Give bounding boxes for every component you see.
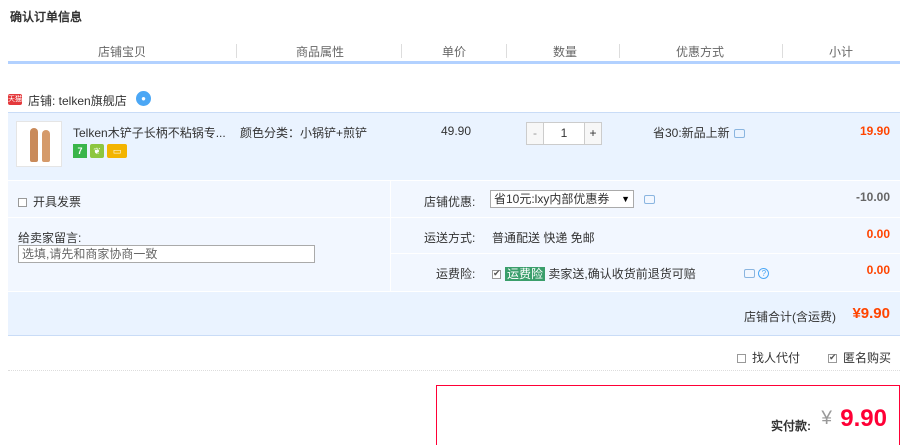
shipping-label: 运送方式: [424, 231, 476, 245]
col-quantity: 数量 [553, 45, 578, 59]
currency-symbol: ¥ [821, 408, 832, 429]
proxy-pay-option[interactable]: 找人代付 [737, 349, 800, 366]
col-separator [401, 44, 402, 58]
quantity-input[interactable]: 1 [544, 122, 584, 145]
promotion-text: 省30:新品上新 [653, 126, 730, 140]
product-thumbnail[interactable] [16, 121, 62, 167]
shipping-method: 普通配送 快递 免邮 [492, 231, 595, 245]
credit-card-icon: ▭ [107, 144, 127, 158]
col-separator [619, 44, 620, 58]
message-icon[interactable] [733, 129, 745, 139]
proxy-pay-label: 找人代付 [752, 351, 801, 365]
unit-price: 49.90 [441, 124, 472, 138]
invoice-checkbox[interactable] [18, 198, 27, 208]
chat-icon[interactable]: ● [136, 91, 151, 106]
shop-discount-value: 省10元:lxy内部优惠券 [494, 192, 610, 206]
insurance-desc: 卖家送,确认收货前退货可赔 [548, 267, 696, 281]
increase-quantity-button[interactable]: + [584, 122, 602, 145]
col-subtotal: 小计 [829, 45, 854, 59]
cart-item-row: Telken木铲子长柄不粘锅专... 7 ❦ ▭ 颜色分类：小锅铲+煎铲 49.90… [8, 112, 900, 180]
seven-day-return-icon: 7 [73, 144, 87, 158]
promotion-info: 省30:新品上新 [653, 124, 745, 141]
payment-total: 9.90 [840, 405, 887, 432]
insurance-info: 运费险 卖家送,确认收货前退货可赔 [492, 265, 696, 282]
insurance-icons: ? [744, 266, 770, 280]
col-attribute: 商品属性 [296, 45, 345, 59]
help-icon[interactable]: ? [758, 268, 770, 280]
col-separator [782, 44, 783, 58]
product-title[interactable]: Telken木铲子长柄不粘锅专... [73, 124, 226, 141]
decrease-quantity-button[interactable]: - [526, 122, 544, 145]
insurance-tag: 运费险 [505, 267, 546, 281]
col-separator [236, 44, 237, 58]
shop-name[interactable]: 店铺: telken旗舰店 [28, 92, 127, 109]
proxy-pay-checkbox[interactable] [737, 354, 746, 364]
item-subtotal: 19.90 [859, 124, 890, 138]
shop-row: 天猫 店铺: telken旗舰店 ● [8, 90, 900, 110]
col-promotion: 优惠方式 [676, 45, 725, 59]
leaf-icon: ❦ [90, 144, 104, 158]
order-options: 开具发票 给卖家留言: 选填,请先和商家协商一致 店铺优惠: 省10元:lxy内… [8, 181, 900, 291]
col-price: 单价 [442, 45, 467, 59]
invoice-label: 开具发票 [33, 195, 82, 209]
shipping-amount: 0.00 [866, 227, 890, 241]
col-shop-item: 店铺宝贝 [98, 45, 147, 59]
tmall-icon: 天猫 [8, 94, 22, 105]
product-attribute: 颜色分类：小锅铲+煎铲 [240, 126, 368, 140]
insurance-label: 运费险: [436, 267, 476, 281]
memo-input[interactable]: 选填,请先和商家协商一致 [18, 245, 315, 263]
shop-total-value: ¥9.90 [852, 305, 890, 322]
anonymous-label: 匿名购买 [843, 351, 892, 365]
message-icon[interactable] [644, 195, 655, 204]
message-icon[interactable] [744, 269, 755, 279]
anonymous-option[interactable]: 匿名购买 [828, 349, 891, 366]
quantity-stepper: - 1 + [526, 122, 604, 145]
column-header: 店铺宝贝 商品属性 单价 数量 优惠方式 小计 [8, 40, 900, 64]
shop-discount-select[interactable]: 省10元:lxy内部优惠券 ▼ [490, 190, 634, 208]
page-title: 确认订单信息 [10, 10, 83, 24]
invoice-option[interactable]: 开具发票 [18, 193, 81, 210]
memo-label: 给卖家留言: [18, 231, 82, 245]
dropdown-arrow-icon: ▼ [621, 194, 630, 204]
shop-discount-label: 店铺优惠: [424, 195, 476, 209]
payment-summary: 实付款: ¥ 9.90 [436, 385, 900, 445]
payment-label: 实付款: [771, 419, 811, 433]
anonymous-checkbox[interactable] [828, 352, 837, 364]
col-separator [506, 44, 507, 58]
insurance-checkbox [492, 268, 501, 280]
insurance-amount: 0.00 [866, 263, 890, 277]
service-badges: 7 ❦ ▭ [73, 144, 130, 160]
shop-total-label: 店铺合计(含运费) [744, 310, 836, 324]
shop-total-row: 店铺合计(含运费) ¥9.90 [8, 292, 900, 336]
extra-options: 找人代付 匿名购买 [8, 343, 900, 371]
shop-discount-amount: -10.00 [855, 190, 890, 204]
